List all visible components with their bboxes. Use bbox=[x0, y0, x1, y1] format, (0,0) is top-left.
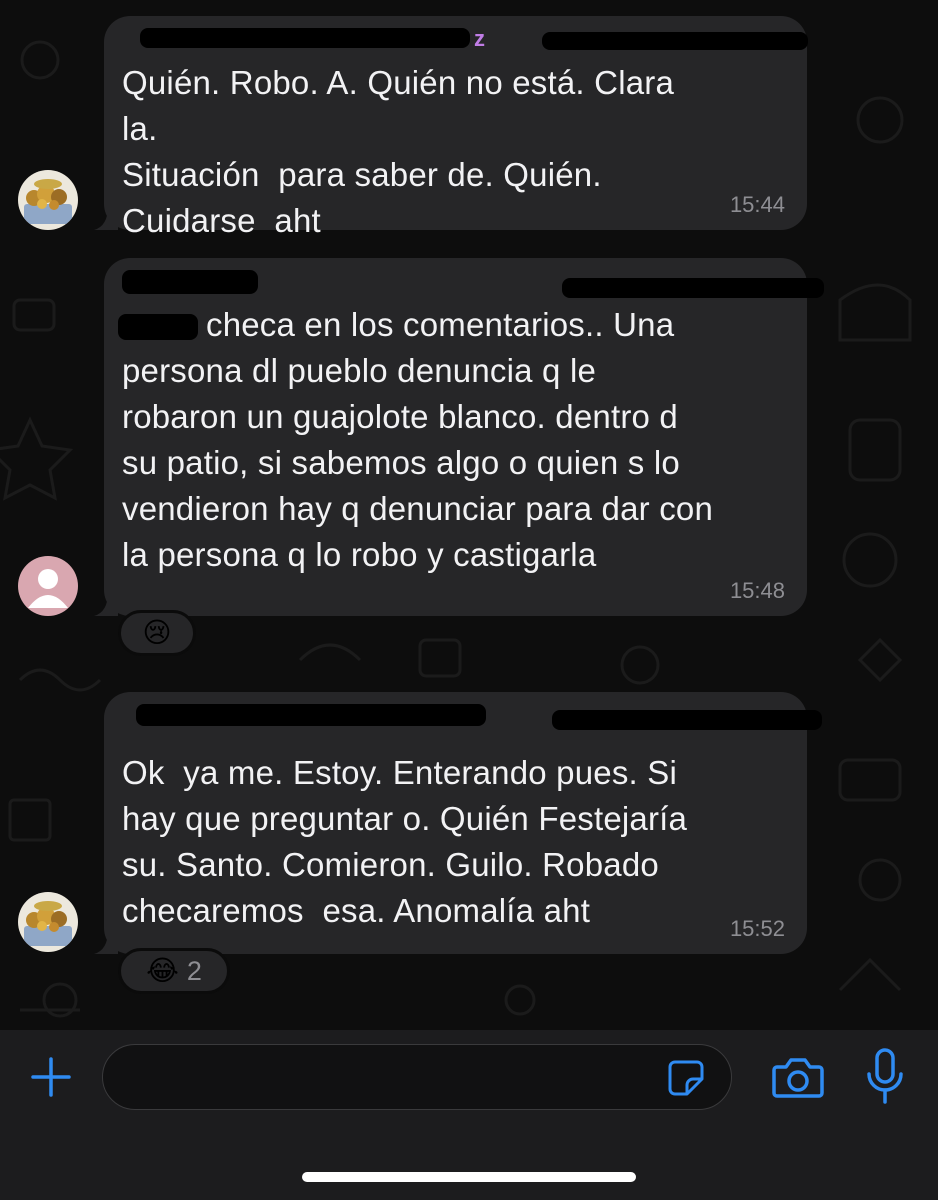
bubble-tail bbox=[94, 206, 118, 230]
message-composer bbox=[0, 1030, 938, 1200]
fruit-basket-icon bbox=[18, 892, 78, 952]
sender-name-redacted bbox=[122, 258, 824, 302]
attach-button[interactable] bbox=[26, 1052, 76, 1102]
sender-name-redacted bbox=[122, 692, 822, 744]
sticker-button[interactable] bbox=[665, 1057, 707, 1099]
sender-avatar[interactable] bbox=[18, 892, 78, 952]
message-input-field[interactable] bbox=[102, 1044, 732, 1110]
bubble-tail bbox=[94, 592, 118, 616]
camera-button[interactable] bbox=[770, 1052, 826, 1102]
redaction-mark bbox=[122, 270, 258, 294]
camera-icon bbox=[772, 1058, 824, 1098]
redaction-mark bbox=[552, 710, 822, 730]
message-reaction[interactable]: 😢 bbox=[118, 610, 196, 656]
redaction-mark bbox=[118, 314, 198, 340]
fruit-basket-icon bbox=[18, 170, 78, 230]
microphone-icon bbox=[867, 1048, 903, 1104]
redaction-mark bbox=[542, 32, 808, 50]
message-bubble[interactable]: checa en los comentarios.. Una persona d… bbox=[94, 258, 824, 616]
sender-name-fragment: z bbox=[474, 26, 485, 51]
redaction-mark bbox=[140, 28, 470, 48]
plus-icon bbox=[31, 1057, 71, 1097]
message-reaction[interactable]: 😂 2 bbox=[118, 948, 230, 994]
tears-of-joy-icon: 😂 bbox=[146, 955, 179, 986]
message-text: Ok ya me. Estoy. Enterando pues. Si hay … bbox=[122, 754, 688, 929]
message-timestamp: 15:48 bbox=[729, 578, 785, 603]
message-text: checa en los comentarios.. Una persona d… bbox=[122, 306, 713, 573]
bubble-tail bbox=[94, 930, 118, 954]
message-input[interactable] bbox=[125, 1045, 649, 1109]
sticker-icon bbox=[668, 1060, 704, 1096]
redaction-mark bbox=[136, 704, 486, 726]
home-indicator[interactable] bbox=[302, 1172, 636, 1182]
sender-avatar[interactable] bbox=[18, 170, 78, 230]
message-timestamp: 15:44 bbox=[729, 192, 785, 217]
sender-avatar[interactable] bbox=[18, 556, 78, 616]
sender-name-redacted: z bbox=[122, 16, 808, 60]
message-text: Quién. Robo. A. Quién no está. Clara la.… bbox=[122, 64, 675, 239]
voice-message-button[interactable] bbox=[860, 1046, 910, 1106]
redaction-mark bbox=[562, 278, 824, 298]
reaction-count: 2 bbox=[186, 955, 202, 986]
crying-face-icon: 😢 bbox=[142, 617, 172, 648]
message-timestamp: 15:52 bbox=[729, 916, 785, 941]
message-bubble[interactable]: z Quién. Robo. A. Quién no está. Clara l… bbox=[94, 16, 808, 239]
person-icon bbox=[18, 556, 78, 616]
message-bubble[interactable]: Ok ya me. Estoy. Enterando pues. Si hay … bbox=[94, 692, 822, 954]
